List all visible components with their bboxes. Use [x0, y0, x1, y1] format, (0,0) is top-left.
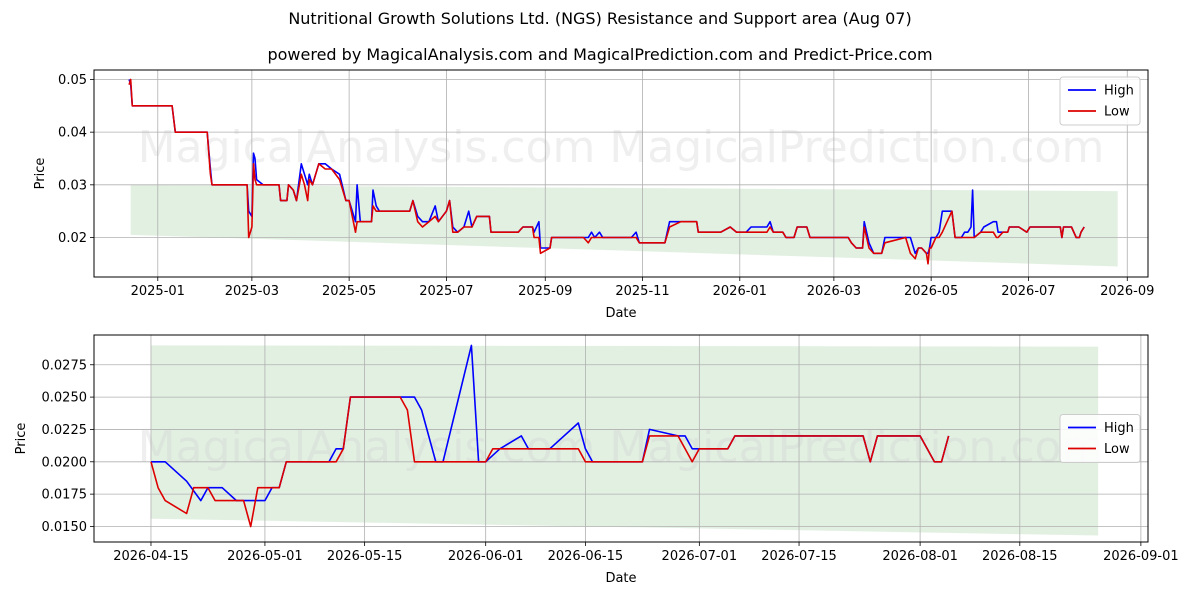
- x-tick-label: 2025-05: [322, 284, 376, 299]
- y-tick-label: 0.0175: [42, 488, 88, 503]
- legend-label-low: Low: [1104, 105, 1130, 120]
- x-tick-label: 2026-07-15: [761, 549, 837, 564]
- x-tick-label: 2026-09-01: [1103, 549, 1179, 564]
- y-tick-label: 0.0200: [42, 455, 88, 470]
- x-tick-label: 2025-07: [419, 284, 473, 299]
- y-tick-label: 0.0225: [42, 423, 88, 438]
- x-tick-label: 2026-03: [807, 284, 861, 299]
- legend-label-high: High: [1104, 84, 1134, 99]
- x-tick-label: 2026-06-01: [448, 549, 524, 564]
- y-tick-label: 0.04: [58, 126, 87, 141]
- y-tick-label: 0.05: [58, 73, 87, 88]
- x-tick-label: 2026-06-15: [548, 549, 624, 564]
- x-tick-label: 2026-08-01: [882, 549, 958, 564]
- legend-label-high: High: [1104, 421, 1134, 436]
- x-tick-label: 2025-01: [131, 284, 185, 299]
- x-tick-label: 2026-05-01: [227, 549, 303, 564]
- x-tick-label: 2026-04-15: [113, 549, 189, 564]
- x-tick-label: 2026-05: [904, 284, 958, 299]
- x-tick-label: 2026-09: [1100, 284, 1154, 299]
- x-tick-label: 2026-05-15: [327, 549, 403, 564]
- x-tick-label: 2026-07: [1001, 284, 1055, 299]
- watermark: MagicalAnalysis.com MagicalPrediction.co…: [138, 122, 1105, 173]
- chart-panel-2: MagicalAnalysis.com MagicalPrediction.co…: [14, 334, 1179, 586]
- x-tick-label: 2026-08-15: [982, 549, 1058, 564]
- y-tick-label: 0.0275: [42, 358, 88, 373]
- legend: High Low: [1059, 76, 1141, 126]
- support-resistance-band: [130, 184, 1118, 267]
- y-tick-label: 0.02: [58, 231, 87, 246]
- x-tick-label: 2025-09: [518, 284, 572, 299]
- y-tick-label: 0.03: [58, 178, 87, 193]
- legend: High Low: [1059, 414, 1141, 463]
- x-axis-label: Date: [605, 571, 636, 586]
- x-tick-label: 2025-11: [615, 284, 669, 299]
- x-axis-label: Date: [605, 306, 636, 321]
- x-tick-label: 2026-01: [713, 284, 767, 299]
- x-tick-label: 2025-03: [225, 284, 279, 299]
- legend-label-low: Low: [1104, 442, 1130, 457]
- charts-svg: MagicalAnalysis.com MagicalPrediction.co…: [14, 69, 1179, 586]
- y-axis-label: Price: [14, 423, 29, 455]
- chart-panel-1: MagicalAnalysis.com MagicalPrediction.co…: [33, 69, 1154, 321]
- y-axis-label: Price: [33, 158, 48, 190]
- y-tick-label: 0.0250: [42, 391, 88, 406]
- x-tick-label: 2026-07-01: [662, 549, 738, 564]
- y-tick-label: 0.0150: [42, 520, 88, 535]
